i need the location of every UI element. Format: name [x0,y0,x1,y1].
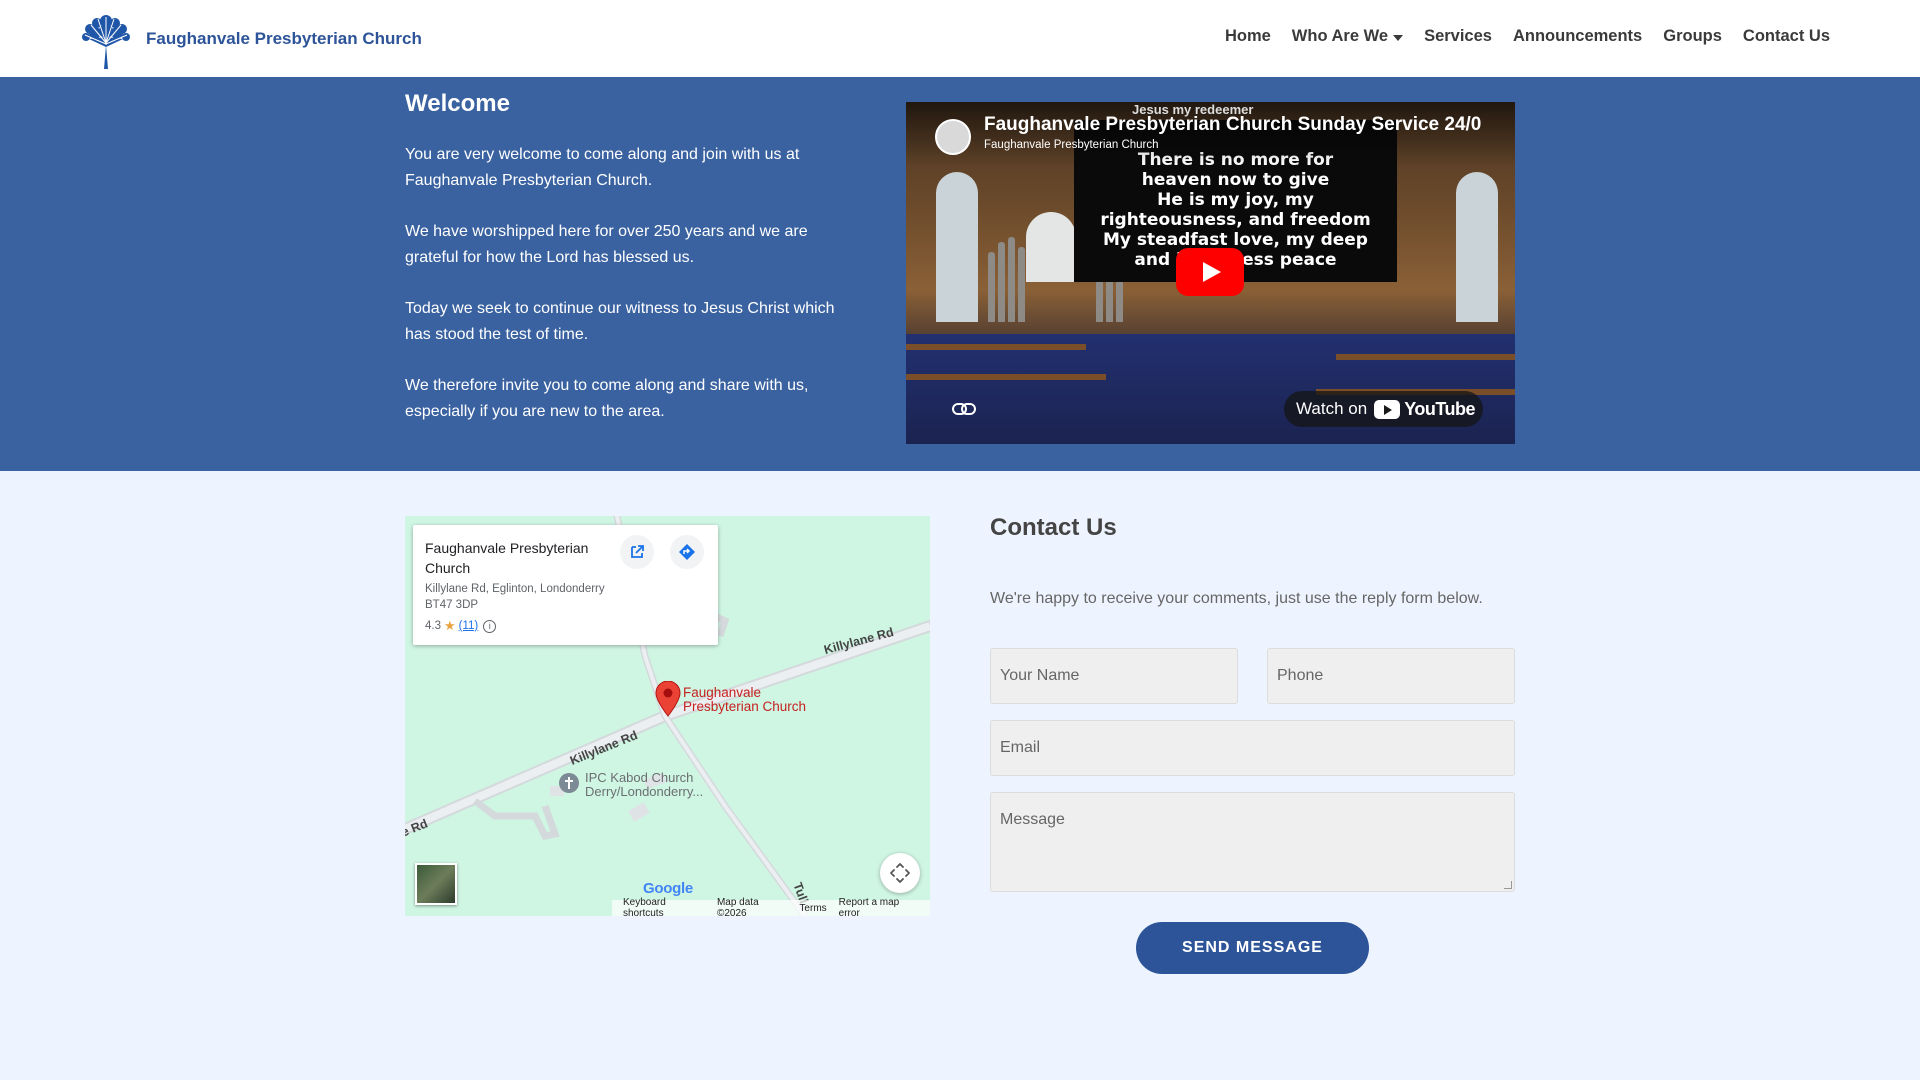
contact-section: Contact Us We're happy to receive your c… [990,508,1515,974]
main-nav: Home Who Are We Services Announcements G… [1204,27,1830,46]
lyric-line: My steadfast love, my deep [1103,230,1368,250]
google-map-embed[interactable]: Killylane Rd Killylane Rd e Rd Tull Faug… [405,516,930,916]
terms-link[interactable]: Terms [799,903,826,914]
message-field[interactable]: Message [990,792,1515,892]
message-placeholder: Message [1000,811,1065,828]
phone-field[interactable]: Phone [1267,648,1515,704]
pews [906,334,1515,444]
phone-placeholder: Phone [1277,667,1324,684]
welcome-text: Welcome You are very welcome to come alo… [405,90,845,450]
welcome-paragraph: Today we seek to continue our witness to… [405,300,835,343]
nav-announcements[interactable]: Announcements [1513,27,1642,46]
map-data-text: Map data ©2026 [716,897,759,916]
nav-who-are-we[interactable]: Who Are We [1291,27,1404,46]
welcome-title: Welcome [405,90,510,117]
nav-home[interactable]: Home [1225,27,1271,46]
send-message-button[interactable]: SEND MESSAGE [1136,922,1369,974]
fullscreen-icon [890,863,910,883]
tree-logo-icon [82,15,130,69]
brand[interactable]: Faughanvale Presbyterian Church [79,9,422,69]
play-button[interactable] [1176,248,1244,296]
keyboard-shortcuts-link[interactable]: Keyboard shortcuts [623,897,705,916]
welcome-paragraph: We therefore invite you to come along an… [405,377,809,420]
external-link-icon [631,545,644,558]
organ-pipe [988,252,995,322]
directions-button[interactable] [670,535,704,569]
pew [906,374,1106,380]
organ-pipe [1018,247,1025,322]
email-field[interactable]: Email [990,720,1515,776]
pew [906,344,1086,350]
welcome-paragraph: You are very welcome to come along and j… [405,146,800,189]
nav-contact-us[interactable]: Contact Us [1743,27,1830,46]
youtube-logo: YouTube [1374,398,1476,420]
email-placeholder: Email [1000,739,1041,756]
pin-label[interactable]: Faughanvale Presbyterian Church [683,686,813,714]
welcome-section: Welcome You are very welcome to come alo… [0,77,1920,471]
place-name: Faughanvale Presbyterian Church [425,540,589,576]
rating-value: 4.3 [425,620,441,632]
star-icon: ★ [444,618,456,633]
caret-down-icon [1393,34,1404,41]
info-icon[interactable]: i [483,619,497,633]
window-arch [1026,212,1076,282]
directions-icon [679,544,695,560]
site-header: Faughanvale Presbyterian Church Home Who… [0,0,1920,77]
map-pin-icon[interactable] [655,681,681,717]
open-in-maps-button[interactable] [620,535,654,569]
link-icon[interactable] [952,402,976,416]
welcome-paragraph: We have worshipped here for over 250 yea… [405,223,808,266]
nav-groups[interactable]: Groups [1663,27,1722,46]
video-title[interactable]: Faughanvale Presbyterian Church Sunday S… [984,114,1509,136]
contact-subtitle: We're happy to receive your comments, ju… [990,590,1483,607]
watch-on-label: Watch on [1296,399,1368,418]
poi-label[interactable]: IPC Kabod Church Derry/Londonderry... [585,771,735,799]
name-field[interactable]: Your Name [990,648,1238,704]
watch-on-youtube-button[interactable]: Watch on YouTube [1284,391,1483,427]
lyric-line: He is my joy, my [1157,190,1314,210]
window-arch [1456,172,1498,322]
lyric-line: righteousness, and freedom [1100,210,1371,230]
name-placeholder: Your Name [1000,667,1080,684]
place-card: Faughanvale Presbyterian Church Killylan… [413,525,718,645]
brand-name[interactable]: Faughanvale Presbyterian Church [146,29,422,49]
nav-who-are-we-label: Who Are We [1291,27,1389,45]
place-rating: 4.3 ★ (11) i [425,618,497,634]
organ-pipe [998,242,1005,322]
review-count-link[interactable]: (11) [459,620,479,632]
channel-avatar[interactable] [935,119,971,155]
video-channel[interactable]: Faughanvale Presbyterian Church [984,139,1159,151]
youtube-video-embed[interactable]: There is no more for heaven now to give … [906,102,1515,444]
pew [1336,354,1515,360]
fullscreen-button[interactable] [880,853,920,893]
lyric-line: heaven now to give [1141,170,1330,190]
youtube-play-icon [1374,399,1401,419]
youtube-wordmark: YouTube [1404,398,1476,419]
google-logo: Google [643,880,693,897]
google-logo-text: Google [643,880,693,897]
window-arch [936,172,978,322]
lyric-line: Jesus my redeemer [1132,102,1254,117]
church-poi-icon[interactable] [558,772,580,794]
nav-services[interactable]: Services [1424,27,1492,46]
report-map-error-link[interactable]: Report a map error [839,897,919,916]
map-footer: Keyboard shortcuts Map data ©2026 Terms … [612,897,930,916]
resize-handle[interactable] [1504,881,1512,889]
satellite-toggle[interactable] [415,863,457,905]
organ-pipe [1008,237,1015,322]
contact-title: Contact Us [990,514,1117,541]
place-address: Killylane Rd, Eglinton, Londonderry BT47… [425,583,605,611]
